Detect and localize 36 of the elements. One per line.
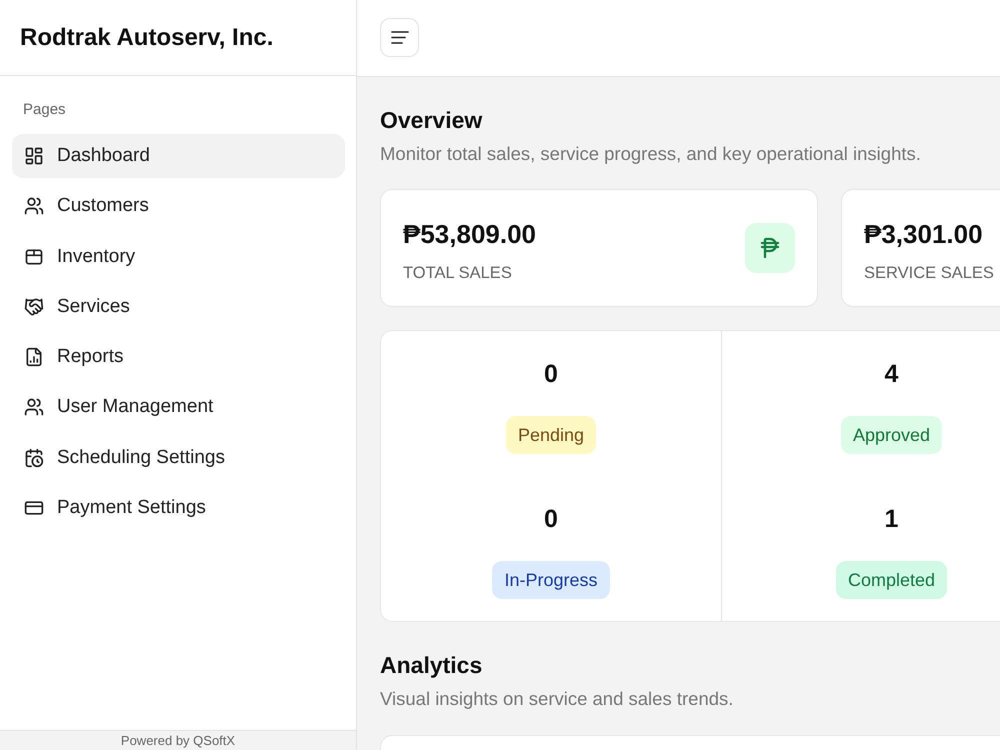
status-badge: In-Progress bbox=[492, 561, 610, 599]
sidebar-footer: Powered by QSoftX bbox=[0, 730, 356, 750]
status-badge: Completed bbox=[836, 561, 948, 599]
menu-icon bbox=[390, 30, 408, 44]
section-subtitle: Monitor total sales, service progress, and key operational insights. bbox=[380, 142, 922, 166]
calendar-clock-icon bbox=[24, 448, 44, 468]
box-icon bbox=[24, 246, 44, 267]
status-badge: Approved bbox=[840, 416, 942, 454]
sales-amount: ₱3,301.00 bbox=[864, 218, 984, 250]
nav-item[interactable]: Scheduling Settings bbox=[12, 436, 345, 480]
grid-icon bbox=[24, 146, 44, 166]
sales-label: SERVICE SALES bbox=[864, 262, 994, 282]
people-icon bbox=[24, 397, 44, 418]
people-icon bbox=[24, 196, 44, 216]
sales-label: TOTAL SALES bbox=[403, 262, 513, 282]
section-title: Analytics bbox=[380, 651, 484, 679]
sales-amount: ₱53,809.00 bbox=[403, 218, 536, 250]
status-count: 1 bbox=[884, 504, 898, 534]
nav-item[interactable]: Reports bbox=[12, 335, 345, 380]
handshake-icon bbox=[24, 296, 44, 317]
section-label: Pages bbox=[23, 100, 66, 120]
section-title: Overview bbox=[380, 106, 484, 134]
company-name: Rodtrak Autoserv, Inc. bbox=[20, 24, 274, 52]
nav-item[interactable]: Inventory bbox=[12, 234, 345, 279]
menu-button[interactable] bbox=[380, 18, 419, 56]
status-count: 0 bbox=[544, 359, 558, 389]
document-chart-icon bbox=[24, 347, 44, 368]
nav-item[interactable]: Dashboard bbox=[12, 134, 345, 178]
section-subtitle: Visual insights on service and sales trends. bbox=[380, 687, 734, 711]
nav-item[interactable]: User Management bbox=[12, 385, 345, 430]
status-badge: Pending bbox=[506, 416, 596, 454]
nav-item[interactable]: Payment Settings bbox=[12, 486, 345, 530]
status-count: 4 bbox=[884, 359, 898, 389]
nav-item[interactable]: Services bbox=[12, 284, 345, 329]
status-count: 0 bbox=[544, 504, 558, 534]
nav-item[interactable]: Customers bbox=[12, 184, 345, 228]
